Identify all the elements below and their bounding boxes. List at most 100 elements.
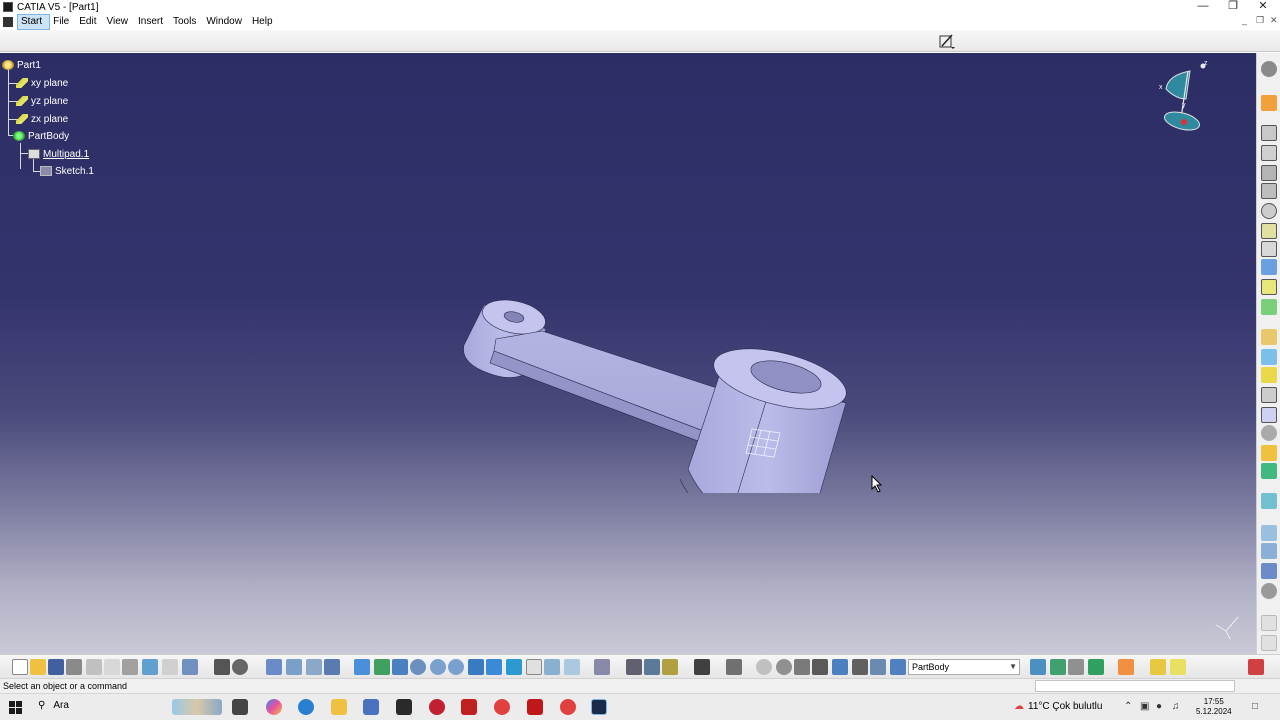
volume-icon[interactable]: ♫	[1172, 701, 1180, 712]
tree-node-zx-plane[interactable]: zx plane	[16, 112, 68, 126]
doc-minimize-button[interactable]: _	[1242, 15, 1247, 25]
nx-icon[interactable]	[527, 699, 543, 715]
whats-this-icon[interactable]	[182, 659, 198, 675]
menu-view[interactable]: View	[103, 14, 135, 30]
shading-icon[interactable]	[544, 659, 560, 675]
edge-browser-icon[interactable]	[298, 699, 314, 715]
file-explorer-icon[interactable]	[331, 699, 347, 715]
swap-visible-space-icon[interactable]	[594, 659, 610, 675]
mirror-icon[interactable]	[1261, 493, 1277, 509]
compass-widget[interactable]: z x y	[1150, 59, 1210, 139]
remove-face-icon[interactable]	[1261, 445, 1277, 461]
menu-edit[interactable]: Edit	[76, 14, 103, 30]
normal-view-icon[interactable]	[468, 659, 484, 675]
point-icon[interactable]	[794, 659, 810, 675]
measure-icon[interactable]	[1261, 615, 1277, 631]
draft-icon[interactable]	[1261, 367, 1277, 383]
catalog-icon[interactable]	[694, 659, 710, 675]
apply-material-icon[interactable]	[1261, 635, 1277, 651]
task-view-icon[interactable]	[232, 699, 248, 715]
pocket-icon[interactable]	[1261, 145, 1277, 161]
hide-icon[interactable]	[564, 659, 580, 675]
grid-coordinates-icon[interactable]	[812, 659, 828, 675]
menu-tools[interactable]: Tools	[170, 14, 203, 30]
shell-icon[interactable]	[1261, 387, 1277, 403]
snap-icon[interactable]	[756, 659, 772, 675]
close-button[interactable]: ✕	[1248, 0, 1278, 14]
3d-viewport[interactable]: Part1 xy plane yz plane zx plane PartBod…	[0, 53, 1256, 654]
surface-icon[interactable]	[1170, 659, 1186, 675]
print-icon[interactable]	[66, 659, 82, 675]
hide-show-icon[interactable]	[324, 659, 340, 675]
rotate-icon[interactable]	[410, 659, 426, 675]
shaft-icon[interactable]	[1261, 165, 1277, 181]
chrome-icon[interactable]	[494, 699, 510, 715]
material-brush-icon[interactable]	[1118, 659, 1134, 675]
copilot-icon[interactable]	[266, 699, 282, 715]
menu-window[interactable]: Window	[203, 14, 249, 30]
minimize-button[interactable]: —	[1188, 0, 1218, 14]
copy-icon[interactable]	[104, 659, 120, 675]
sketcher-icon[interactable]	[938, 32, 956, 50]
microphone-icon[interactable]: ●	[1156, 701, 1162, 712]
gear-icon[interactable]	[1261, 61, 1277, 77]
paste-icon[interactable]	[122, 659, 138, 675]
chamfer-icon[interactable]	[1261, 349, 1277, 365]
assemble-icon[interactable]	[1050, 659, 1066, 675]
notification-icon[interactable]: □	[1252, 701, 1258, 712]
circular-pattern-icon[interactable]	[1261, 543, 1277, 559]
taskbar-clock[interactable]: 17:55 5.12.2024	[1196, 697, 1232, 717]
doc-close-button[interactable]: ✕	[1270, 15, 1278, 26]
connecting-rod-part[interactable]	[450, 233, 870, 493]
branch-icon[interactable]	[852, 659, 868, 675]
scaling-icon[interactable]	[1261, 583, 1277, 599]
mail-icon[interactable]	[396, 699, 412, 715]
pan-icon[interactable]	[392, 659, 408, 675]
menu-file[interactable]: File	[50, 14, 76, 30]
update-icon[interactable]	[626, 659, 642, 675]
doc-restore-button[interactable]: ❐	[1256, 15, 1264, 26]
stack-icon[interactable]	[870, 659, 886, 675]
tree-node-xy-plane[interactable]: xy plane	[16, 76, 68, 90]
user-pattern-icon[interactable]	[1261, 563, 1277, 579]
zoom-out-icon[interactable]	[448, 659, 464, 675]
menu-insert[interactable]: Insert	[135, 14, 170, 30]
tree-node-sketch[interactable]: Sketch.1	[40, 164, 94, 178]
multi-section-icon[interactable]	[1261, 279, 1277, 295]
tree-node-yz-plane[interactable]: yz plane	[16, 94, 68, 108]
chevron-up-icon[interactable]: ⌃	[1124, 701, 1132, 712]
knowledge-icon[interactable]	[232, 659, 248, 675]
command-input[interactable]	[1035, 680, 1235, 692]
view-mode-icon[interactable]	[526, 659, 542, 675]
weather-widget[interactable]: ☁ 11°C Çok bulutlu	[1014, 701, 1102, 712]
constraint-icon[interactable]	[644, 659, 660, 675]
windows-start-icon[interactable]	[9, 701, 22, 714]
formula-icon[interactable]	[214, 659, 230, 675]
analysis-icon[interactable]	[662, 659, 678, 675]
insert-body-icon[interactable]	[1030, 659, 1046, 675]
tree-expand-icon[interactable]	[286, 659, 302, 675]
slot-icon[interactable]	[1261, 241, 1277, 257]
sheet-metal-icon[interactable]	[1150, 659, 1166, 675]
undo-icon[interactable]	[142, 659, 158, 675]
body-select[interactable]: PartBody ▼	[908, 659, 1020, 675]
solid-combine-icon[interactable]	[1261, 259, 1277, 275]
groove-icon[interactable]	[1261, 183, 1277, 199]
swap-icon[interactable]	[306, 659, 322, 675]
pad-icon[interactable]	[1261, 125, 1277, 141]
rectangular-pattern-icon[interactable]	[1261, 525, 1277, 541]
edge-fillet-icon[interactable]	[1261, 329, 1277, 345]
catia-taskbar-icon[interactable]	[591, 699, 607, 715]
taskbar-search[interactable]: ⚲ Ara	[38, 700, 69, 711]
recording-app-icon[interactable]	[429, 699, 445, 715]
hole-icon[interactable]	[1261, 203, 1277, 219]
menu-start[interactable]: Start	[17, 14, 51, 30]
thread-icon[interactable]	[1261, 425, 1277, 441]
restore-button[interactable]: ❐	[1218, 0, 1248, 14]
store-icon[interactable]	[363, 699, 379, 715]
boolean-icon[interactable]	[1068, 659, 1084, 675]
tree-node-part[interactable]: Part1	[2, 58, 41, 72]
redo-icon[interactable]	[162, 659, 178, 675]
menu-help[interactable]: Help	[249, 14, 280, 30]
new-icon[interactable]	[12, 659, 28, 675]
